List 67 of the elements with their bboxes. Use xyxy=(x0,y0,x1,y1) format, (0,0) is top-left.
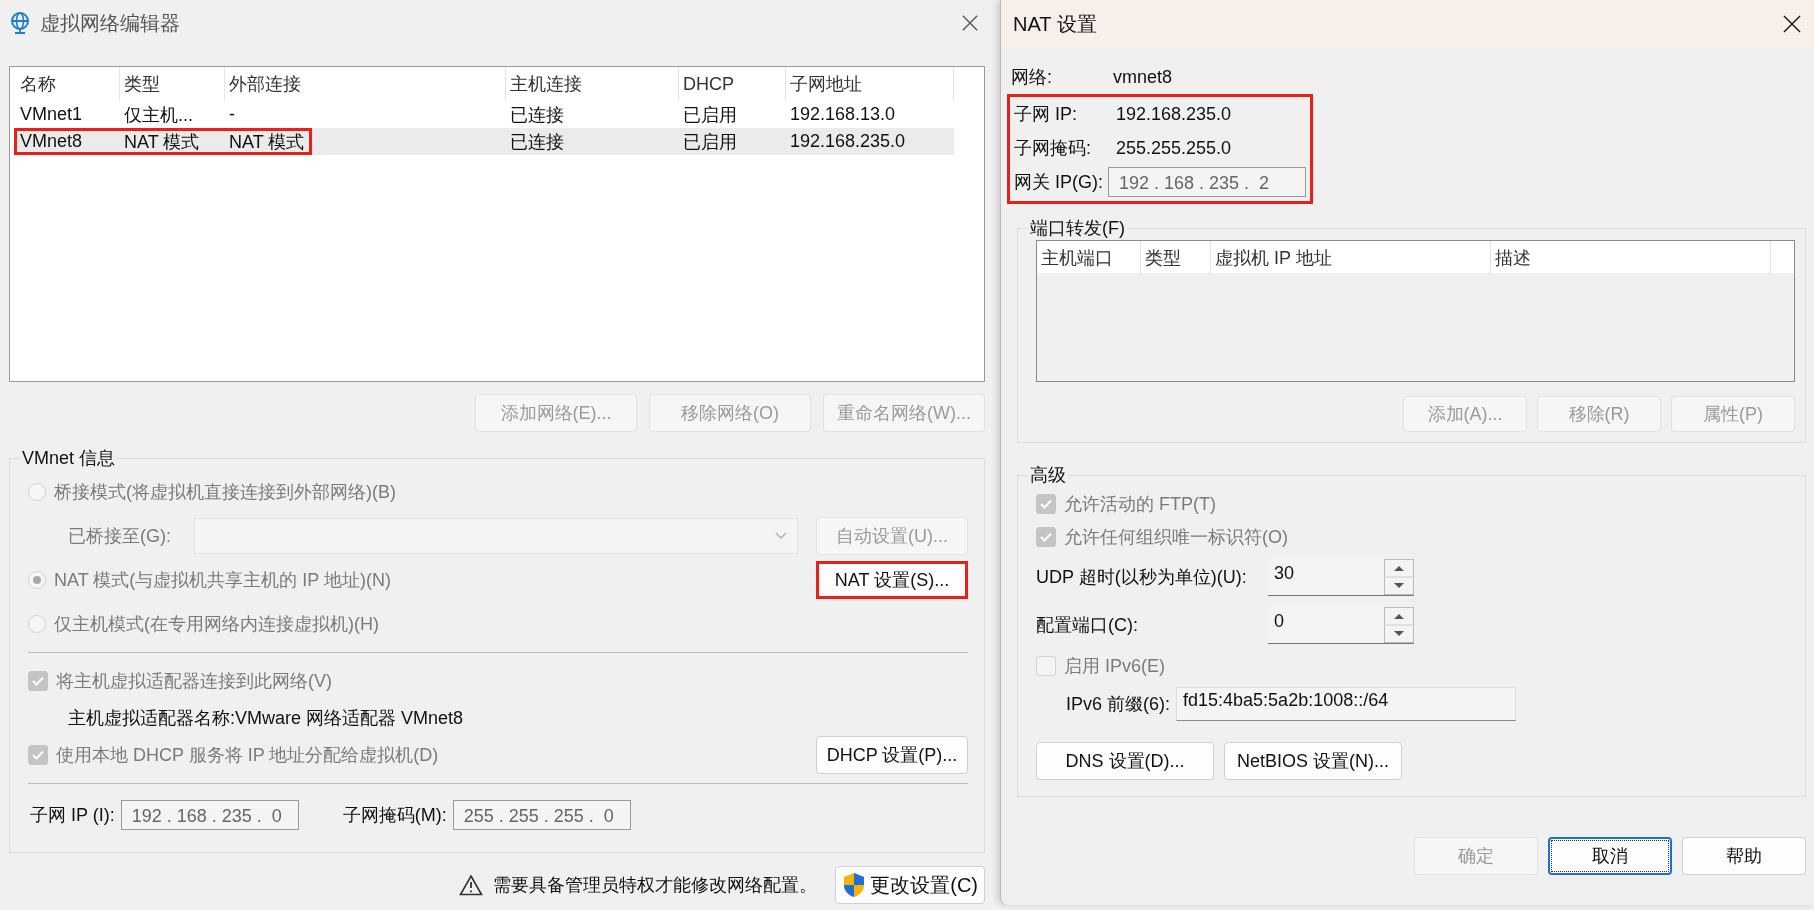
table-cell-text: 已连接 xyxy=(509,103,565,127)
column-header[interactable]: 主机连接 xyxy=(506,67,679,101)
field-label: 子网掩码(M): xyxy=(342,804,447,827)
ip-field[interactable]: 255 . 255 . 255 . 0 xyxy=(452,800,631,830)
table-cell-text: VMnet1 xyxy=(19,104,84,125)
nat-settings-button[interactable]: NAT 设置(S)... xyxy=(816,561,968,599)
table-cell-text: 已启用 xyxy=(682,103,738,127)
close-icon[interactable] xyxy=(1782,14,1802,34)
dropdown-field[interactable] xyxy=(194,518,798,554)
table-cell-text: 仅主机... xyxy=(123,103,194,127)
field-label: 网络: xyxy=(1011,66,1053,89)
change-settings-button[interactable]: 更改设置(C) xyxy=(835,866,985,904)
globe-icon xyxy=(8,11,32,35)
network-value: vmnet8 xyxy=(1113,66,1173,88)
column-header[interactable]: 主机端口 xyxy=(1037,241,1141,275)
spin-arrows-icon[interactable] xyxy=(1384,606,1414,643)
table-row[interactable]: VMnet8 NAT 模式 NAT 模式 已连接 已启用 192.168.235.0 xyxy=(16,128,954,155)
group-title: 高级 xyxy=(1029,464,1067,487)
column-header[interactable]: 外部连接 xyxy=(225,67,506,101)
spin-arrows-icon[interactable] xyxy=(1384,558,1414,595)
window-title: NAT 设置 xyxy=(1013,11,1097,37)
adapter-name-label: 主机虚拟适配器名称: xyxy=(68,707,235,730)
dialog-button[interactable]: 帮助 xyxy=(1682,837,1806,875)
table-cell-text: NAT 模式 xyxy=(123,130,201,154)
group-title: VMnet 信息 xyxy=(21,447,117,470)
field-label: 网关 IP(G): xyxy=(1014,171,1104,194)
number-spinner[interactable]: 0 xyxy=(1268,606,1414,644)
window-title: 虚拟网络编辑器 xyxy=(40,10,181,36)
table-row[interactable]: VMnet1 仅主机... - 已连接 已启用 192.168.13.0 xyxy=(16,101,954,128)
table-cell-text: NAT 模式 xyxy=(228,130,306,154)
column-header[interactable]: DHCP xyxy=(679,67,786,101)
field-label: 子网 IP: xyxy=(1014,103,1078,126)
table-cell-text: - xyxy=(228,104,236,125)
close-icon[interactable] xyxy=(961,14,979,32)
field-label: 配置端口(C): xyxy=(1036,614,1139,637)
column-header[interactable]: 类型 xyxy=(120,67,225,101)
column-header[interactable]: 名称 xyxy=(16,67,120,101)
group-title: 端口转发(F) xyxy=(1029,217,1126,240)
gateway-ip-field[interactable]: 192 . 168 . 235 . 2 xyxy=(1108,167,1306,197)
settings-button[interactable]: DNS 设置(D)... xyxy=(1036,742,1214,780)
adapter-name-value: VMware 网络适配器 VMnet8 xyxy=(235,707,464,730)
column-header[interactable]: 描述 xyxy=(1491,241,1771,275)
table-cell-text: 192.168.235.0 xyxy=(789,131,907,152)
dialog-button[interactable]: 取消 xyxy=(1548,837,1672,875)
table-cell-text: 192.168.13.0 xyxy=(789,104,897,125)
field-label: UDP 超时(以秒为单位)(U): xyxy=(1036,566,1248,589)
table-cell-text: 已启用 xyxy=(682,130,738,154)
ip-field[interactable]: 192 . 168 . 235 . 0 xyxy=(120,800,299,830)
settings-button[interactable]: NetBIOS 设置(N)... xyxy=(1224,742,1402,780)
field-label: 子网 IP (I): xyxy=(30,804,115,827)
chevron-down-icon[interactable] xyxy=(775,532,787,540)
column-header[interactable]: 虚拟机 IP 地址 xyxy=(1211,241,1491,275)
warning-icon xyxy=(459,874,484,896)
table-cell-text: 已连接 xyxy=(509,130,565,154)
dhcp-settings-button[interactable]: DHCP 设置(P)... xyxy=(816,736,968,774)
number-spinner[interactable]: 30 xyxy=(1268,558,1414,596)
table-cell-text: VMnet8 xyxy=(19,131,84,152)
field-label: IPv6 前缀(6): xyxy=(1066,693,1171,716)
field-label: 子网掩码: xyxy=(1014,137,1092,160)
ipv6-prefix-field[interactable]: fd15:4ba5:5a2b:1008::/64 xyxy=(1176,687,1517,721)
column-header[interactable]: 类型 xyxy=(1141,241,1211,275)
shield-icon xyxy=(842,872,867,898)
column-header[interactable]: 子网地址 xyxy=(786,67,954,101)
warning-text: 需要具备管理员特权才能修改网络配置。 xyxy=(493,874,818,897)
subnet-mask-value: 255.255.255.0 xyxy=(1116,137,1232,159)
field-label: 已桥接至(G): xyxy=(68,525,172,548)
subnet-ip-value: 192.168.235.0 xyxy=(1116,103,1232,125)
